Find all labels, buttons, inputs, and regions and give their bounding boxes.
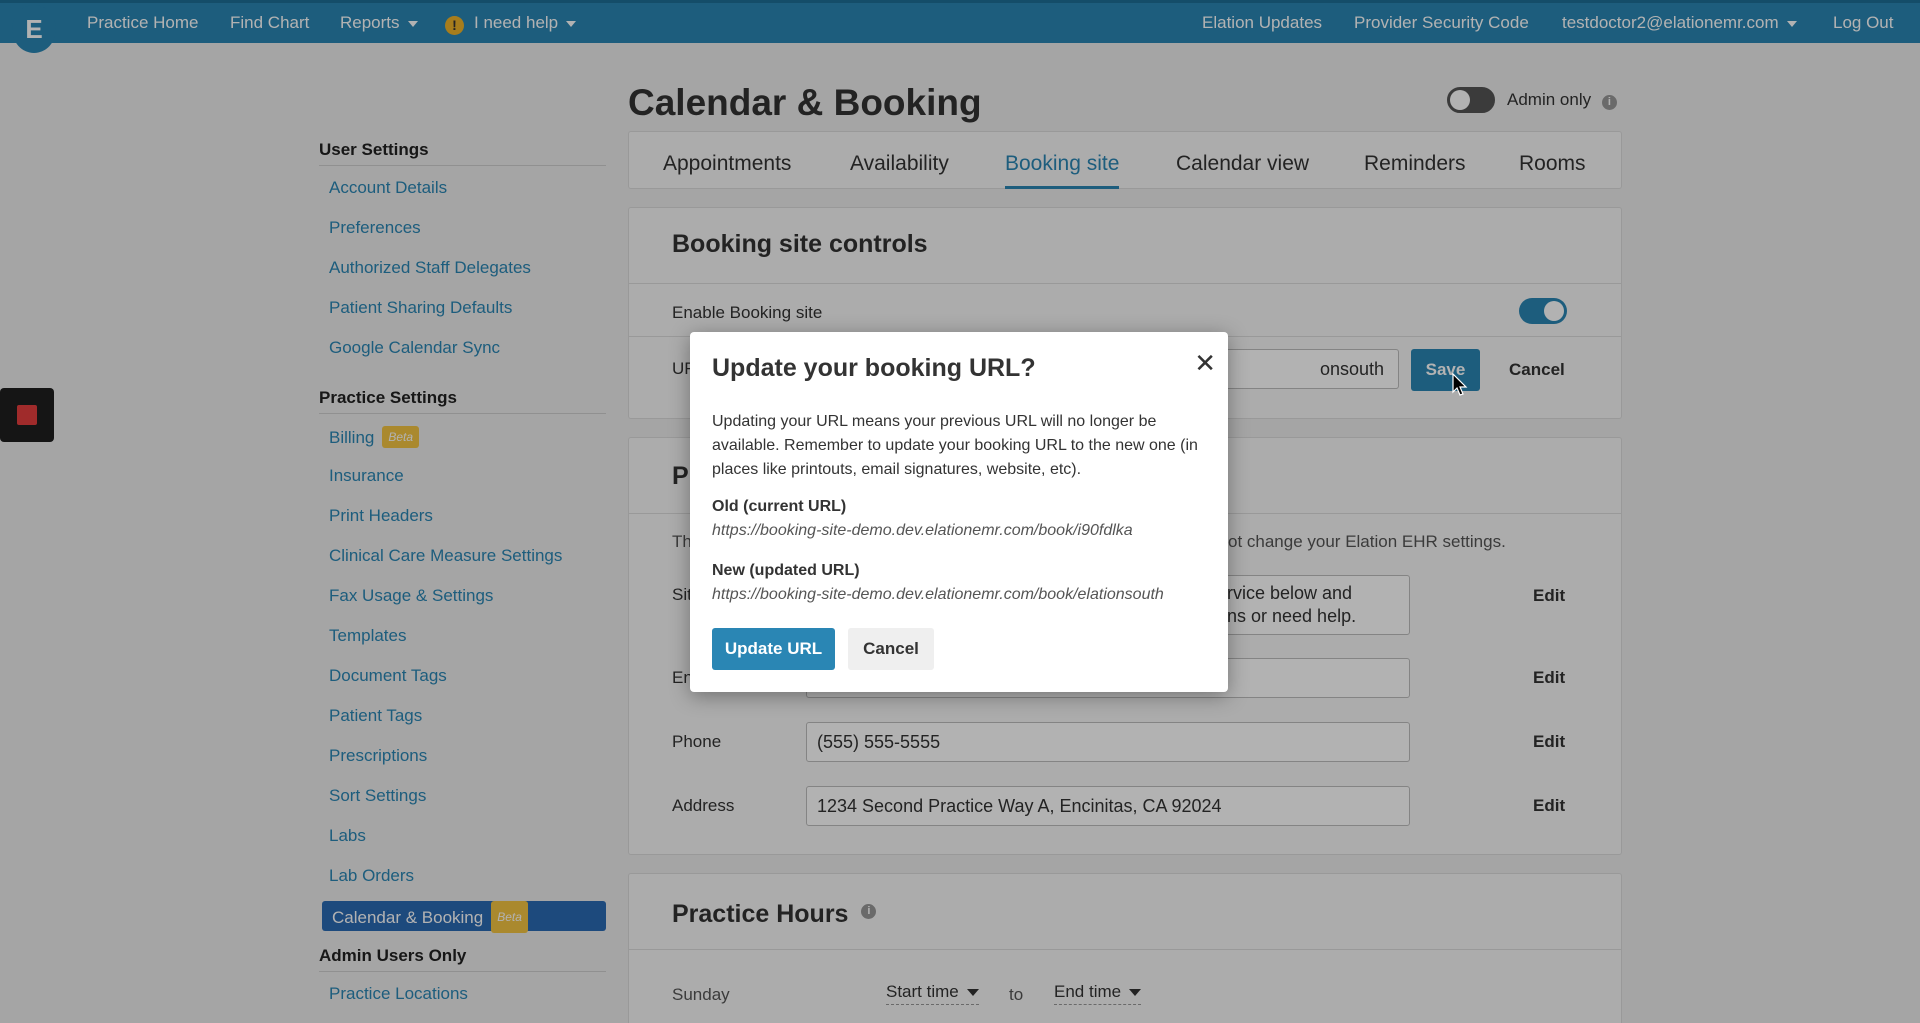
modal-cancel-button[interactable]: Cancel <box>848 628 934 670</box>
update-url-button[interactable]: Update URL <box>712 628 835 670</box>
close-icon[interactable]: ✕ <box>1194 350 1216 376</box>
old-url-label: Old (current URL) <box>712 498 847 515</box>
modal-title: Update your booking URL? <box>712 354 1036 382</box>
update-url-modal: Update your booking URL? ✕ Updating your… <box>690 332 1228 692</box>
modal-description: Updating your URL means your previous UR… <box>712 413 1198 478</box>
new-url-label: New (updated URL) <box>712 562 860 579</box>
old-url-value: https://booking-site-demo.dev.elationemr… <box>712 522 1133 539</box>
mouse-cursor-icon <box>1452 373 1468 396</box>
new-url-value: https://booking-site-demo.dev.elationemr… <box>712 586 1164 603</box>
